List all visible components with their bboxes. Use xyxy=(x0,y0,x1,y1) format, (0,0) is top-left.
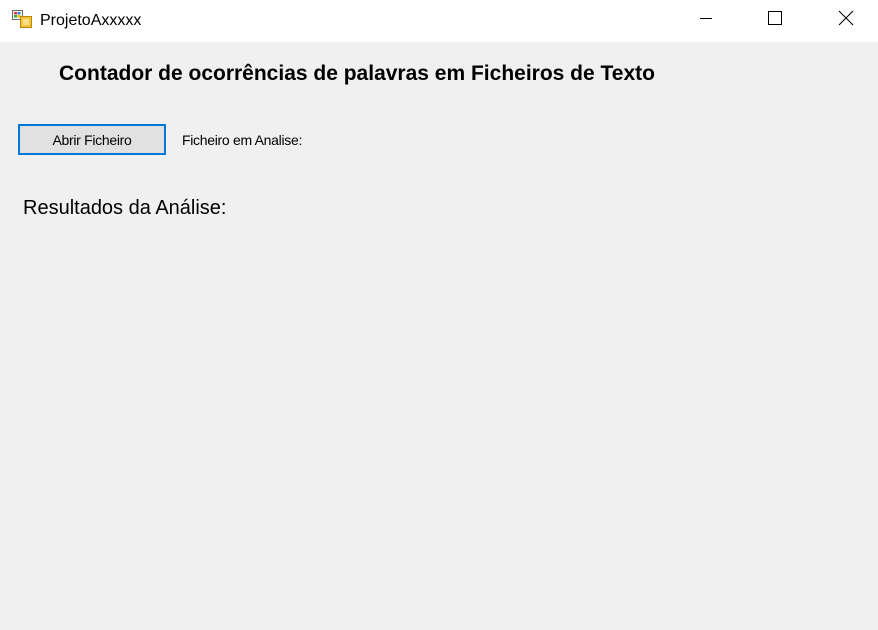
close-icon xyxy=(838,10,854,31)
maximize-button[interactable] xyxy=(752,0,798,40)
page-title: Contador de ocorrências de palavras em F… xyxy=(59,62,655,85)
window-title: ProjetoAxxxxx xyxy=(40,12,142,29)
maximize-icon xyxy=(768,10,782,30)
windows-form-icon xyxy=(12,10,32,28)
open-file-button[interactable]: Abrir Ficheiro xyxy=(18,124,166,155)
minimize-icon xyxy=(699,11,713,30)
analysis-results-label: Resultados da Análise: xyxy=(23,197,227,219)
close-button[interactable] xyxy=(823,0,869,40)
file-under-analysis-label: Ficheiro em Analise: xyxy=(182,132,303,148)
title-bar[interactable]: ProjetoAxxxxx xyxy=(0,0,878,42)
minimize-button[interactable] xyxy=(683,0,729,40)
form-client-area: Contador de ocorrências de palavras em F… xyxy=(0,42,878,630)
